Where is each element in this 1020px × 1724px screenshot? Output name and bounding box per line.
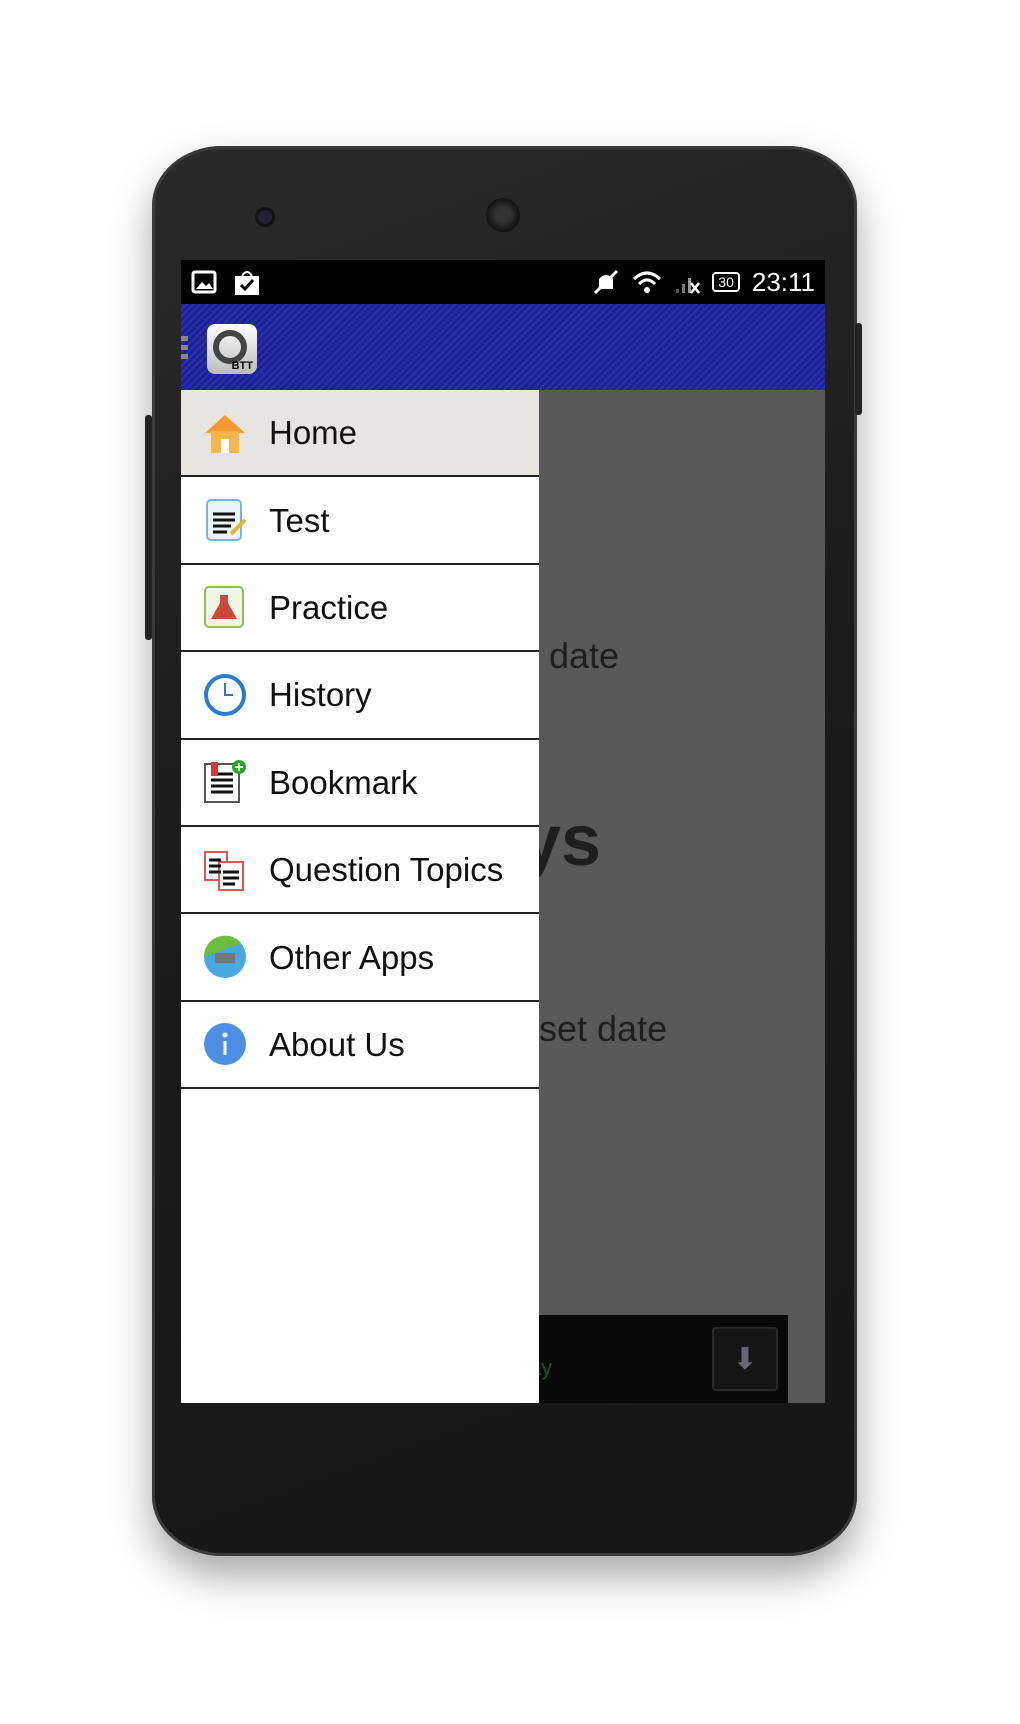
drawer-item-test[interactable]: Test (181, 477, 539, 565)
front-camera (258, 210, 272, 224)
drawer-item-question-topics[interactable]: Question Topics (181, 827, 539, 915)
drawer-item-bookmark[interactable]: Bookmark (181, 740, 539, 827)
steering-wheel-icon (213, 330, 247, 364)
app-logo[interactable]: BTT (207, 324, 257, 374)
drawer-item-label: Home (269, 414, 358, 452)
drawer-item-label: Other Apps (269, 938, 435, 976)
bookmark-icon (204, 760, 246, 804)
battery-icon: 30 (712, 272, 740, 292)
clock-icon (204, 673, 246, 716)
question-topics-icon (204, 850, 244, 891)
test-document-icon (206, 499, 247, 542)
drawer-item-label: History (269, 676, 372, 714)
other-apps-icon (203, 935, 246, 979)
status-bar: 30 23:11 (181, 260, 825, 304)
practice-flask-icon (204, 586, 244, 629)
earpiece-speaker (486, 198, 520, 232)
logo-text: BTT (231, 360, 253, 372)
image-icon (191, 268, 217, 296)
drawer-item-about-us[interactable]: About Us (181, 1002, 539, 1090)
drawer-item-label: Practice (269, 588, 389, 626)
set-date-button[interactable]: set date (539, 1008, 667, 1050)
volume-button (145, 415, 152, 640)
download-icon[interactable]: ⬇ (712, 1327, 778, 1391)
wifi-icon (632, 270, 662, 294)
drawer-item-practice[interactable]: Practice (181, 565, 539, 653)
drawer-item-other-apps[interactable]: Other Apps (181, 914, 539, 1002)
drawer-item-home[interactable]: Home (181, 390, 539, 478)
home-icon (205, 414, 245, 453)
clock-time: 23:11 (751, 266, 815, 297)
vibrate-mute-icon (592, 269, 620, 295)
drawer-item-history[interactable]: History (181, 652, 539, 740)
shopping-bag-check-icon (233, 268, 261, 296)
signal-no-sim-icon (674, 270, 701, 294)
app-bar: BTT (181, 304, 825, 390)
drawer-indicator-icon[interactable] (181, 336, 188, 360)
navigation-drawer: Home Test Practice History Bookmark Ques… (181, 390, 539, 1403)
drawer-item-label: Question Topics (269, 851, 504, 889)
power-button (855, 323, 862, 415)
drawer-item-label: About Us (269, 1025, 405, 1063)
battery-level: 30 (718, 274, 734, 290)
screen: 30 23:11 BTT date ys set date de e Play … (181, 260, 825, 1403)
date-label: date (549, 635, 620, 676)
drawer-item-label: Bookmark (269, 763, 418, 801)
info-icon (204, 1023, 246, 1066)
drawer-item-label: Test (269, 501, 330, 539)
